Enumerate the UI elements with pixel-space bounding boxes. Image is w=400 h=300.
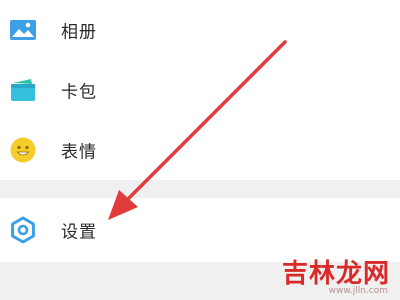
watermark: 吉林龙网 www.jlln.com (281, 253, 390, 296)
watermark-url: www.jlln.com (328, 286, 388, 296)
watermark-text: 吉林龙网 (281, 259, 390, 289)
